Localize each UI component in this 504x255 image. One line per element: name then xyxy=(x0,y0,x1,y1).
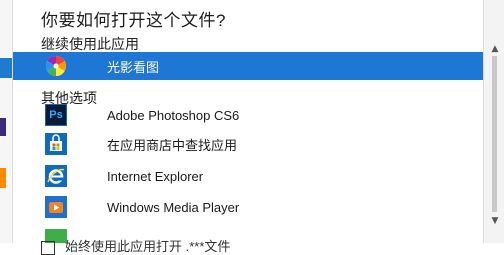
app-label-photoshop: Adobe Photoshop CS6 xyxy=(107,107,240,123)
app-list-scrollbar[interactable]: ▲ ▼ xyxy=(490,34,500,234)
background-accent-orange xyxy=(0,168,6,188)
app-label-store: 在应用商店中查找应用 xyxy=(107,137,238,153)
background-accent-purple xyxy=(0,118,6,136)
store-icon xyxy=(45,133,67,155)
pinwheel-photo-icon xyxy=(45,55,67,77)
scroll-up-icon[interactable]: ▲ xyxy=(490,44,500,54)
always-use-label: 始终使用此应用打开 .***文件 xyxy=(65,239,231,254)
open-with-dialog: 你要如何打开这个文件? 继续使用此应用 光影看图 其他选项 Ps Adobe P… xyxy=(12,0,484,255)
app-label-windows-media-player: Windows Media Player xyxy=(107,199,240,215)
app-option-default[interactable]: 光影看图 xyxy=(13,52,483,80)
app-label-internet-explorer: Internet Explorer xyxy=(107,168,204,184)
app-option-photoshop[interactable]: Ps Adobe Photoshop CS6 xyxy=(13,101,483,129)
background-accent-blue xyxy=(0,58,12,78)
scroll-down-icon[interactable]: ▼ xyxy=(490,216,500,226)
windows-media-player-icon xyxy=(45,196,67,218)
app-option-store[interactable]: 在应用商店中查找应用 xyxy=(13,130,483,158)
dialog-title: 你要如何打开这个文件? xyxy=(41,11,226,30)
scrollbar-thumb[interactable] xyxy=(492,56,497,212)
photoshop-icon: Ps xyxy=(45,104,67,126)
continue-section-label: 继续使用此应用 xyxy=(41,36,139,52)
app-option-windows-media-player[interactable]: Windows Media Player xyxy=(13,193,483,221)
app-option-internet-explorer[interactable]: Internet Explorer xyxy=(13,162,483,190)
always-use-option[interactable]: 始终使用此应用打开 .***文件 xyxy=(41,236,230,255)
app-label-default: 光影看图 xyxy=(107,59,160,75)
internet-explorer-icon xyxy=(45,165,67,187)
background-window-strip xyxy=(0,0,12,243)
